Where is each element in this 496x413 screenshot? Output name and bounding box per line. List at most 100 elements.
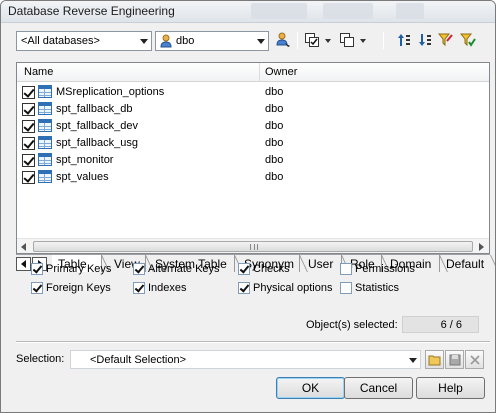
database-filter-combo[interactable]: <All databases> bbox=[16, 31, 152, 51]
option-label: Physical options bbox=[253, 282, 333, 294]
objects-selected-count-field: 6 / 6 bbox=[402, 316, 479, 333]
blurred-background-area bbox=[251, 3, 307, 19]
option-checkbox[interactable] bbox=[340, 282, 352, 294]
row-owner: dbo bbox=[265, 103, 284, 115]
table-icon bbox=[38, 102, 52, 115]
row-owner: dbo bbox=[265, 86, 284, 98]
option-label: Checks bbox=[253, 263, 290, 275]
scroll-thumb[interactable] bbox=[33, 241, 473, 252]
row-owner: dbo bbox=[265, 137, 284, 149]
option-label: Statistics bbox=[355, 282, 400, 294]
row-name: spt_fallback_dev bbox=[56, 120, 138, 132]
objects-selected-label: Object(s) selected: bbox=[306, 319, 398, 331]
selection-combo[interactable]: <Default Selection> bbox=[70, 350, 421, 369]
toolbar-separator bbox=[297, 32, 298, 49]
horizontal-scrollbar[interactable] bbox=[17, 238, 489, 253]
row-name: spt_fallback_db bbox=[56, 103, 133, 115]
row-owner: dbo bbox=[265, 171, 284, 183]
row-name: spt_fallback_usg bbox=[56, 137, 138, 149]
owner-filter-value: dbo bbox=[176, 35, 195, 47]
option-label: Alternate Keys bbox=[148, 263, 220, 275]
tab-scroll-left-button[interactable] bbox=[16, 257, 31, 271]
table-row[interactable]: spt_monitor dbo bbox=[17, 152, 489, 169]
option-label: Primary Keys bbox=[46, 263, 112, 275]
column-header-name[interactable]: Name bbox=[24, 66, 53, 78]
option-checkbox[interactable] bbox=[133, 282, 145, 294]
ok-button[interactable]: OK bbox=[276, 377, 345, 399]
folder-icon bbox=[428, 355, 440, 365]
tab-user[interactable]: User bbox=[302, 255, 342, 272]
window-title: Database Reverse Engineering bbox=[8, 4, 175, 18]
select-all-icon[interactable] bbox=[303, 31, 321, 49]
save-selection-button[interactable] bbox=[445, 350, 464, 369]
row-checkbox[interactable] bbox=[22, 137, 35, 150]
list-header: Name Owner bbox=[17, 63, 489, 82]
user-icon bbox=[159, 34, 173, 48]
chevron-down-icon[interactable] bbox=[325, 39, 331, 43]
use-filter-icon[interactable] bbox=[459, 31, 477, 49]
selection-label: Selection: bbox=[16, 353, 65, 365]
option-checkbox[interactable] bbox=[340, 263, 352, 275]
blurred-background-area bbox=[396, 3, 424, 19]
deselect-all-icon[interactable] bbox=[338, 31, 356, 49]
row-checkbox[interactable] bbox=[22, 171, 35, 184]
owner-filter-combo[interactable]: dbo bbox=[155, 31, 269, 51]
move-up-icon[interactable] bbox=[395, 31, 413, 49]
row-name: spt_values bbox=[56, 171, 109, 183]
row-owner: dbo bbox=[265, 120, 284, 132]
table-icon bbox=[38, 170, 52, 183]
table-row[interactable]: spt_fallback_db dbo bbox=[17, 101, 489, 118]
blurred-background-area bbox=[323, 3, 373, 19]
grip-icon bbox=[250, 244, 258, 250]
option-label: Permissions bbox=[355, 263, 415, 275]
option-checkbox[interactable] bbox=[238, 263, 250, 275]
title-bar: Database Reverse Engineering bbox=[1, 1, 495, 23]
option-checkbox[interactable] bbox=[31, 282, 43, 294]
table-row[interactable]: spt_fallback_dev dbo bbox=[17, 118, 489, 135]
row-owner: dbo bbox=[265, 154, 284, 166]
objects-selected-count: 6 / 6 bbox=[440, 319, 462, 331]
select-owner-icon[interactable] bbox=[274, 31, 292, 49]
option-checkbox[interactable] bbox=[238, 282, 250, 294]
open-selection-button[interactable] bbox=[425, 350, 444, 369]
chevron-down-icon[interactable] bbox=[360, 39, 366, 43]
table-icon bbox=[38, 119, 52, 132]
help-button[interactable]: Help bbox=[416, 377, 485, 399]
option-label: Foreign Keys bbox=[46, 282, 111, 294]
move-down-icon[interactable] bbox=[416, 31, 434, 49]
filter-icon[interactable] bbox=[437, 31, 455, 49]
row-checkbox[interactable] bbox=[22, 154, 35, 167]
row-checkbox[interactable] bbox=[22, 86, 35, 99]
tab-default[interactable]: Default bbox=[440, 255, 490, 272]
chevron-down-icon bbox=[257, 39, 265, 44]
table-row[interactable]: spt_values dbo bbox=[17, 169, 489, 186]
option-label: Indexes bbox=[148, 282, 187, 294]
option-checkbox[interactable] bbox=[31, 263, 43, 275]
selection-value: <Default Selection> bbox=[90, 354, 187, 366]
chevron-down-icon bbox=[409, 358, 417, 363]
column-divider[interactable] bbox=[259, 63, 260, 81]
cancel-button[interactable]: Cancel bbox=[344, 377, 413, 399]
option-checkbox[interactable] bbox=[133, 263, 145, 275]
row-checkbox[interactable] bbox=[22, 120, 35, 133]
close-icon bbox=[469, 354, 480, 365]
reverse-engineering-dialog: Database Reverse Engineering <All databa… bbox=[0, 0, 496, 413]
delete-selection-button[interactable] bbox=[465, 350, 484, 369]
column-header-owner[interactable]: Owner bbox=[265, 66, 297, 78]
chevron-down-icon bbox=[140, 39, 148, 44]
scroll-left-icon[interactable] bbox=[21, 243, 26, 251]
row-name: MSreplication_options bbox=[56, 86, 165, 98]
save-icon bbox=[449, 354, 460, 365]
table-row[interactable]: spt_fallback_usg dbo bbox=[17, 135, 489, 152]
toolbar-separator bbox=[383, 32, 384, 49]
scroll-right-icon[interactable] bbox=[479, 243, 484, 251]
table-icon bbox=[38, 85, 52, 98]
dialog-client-area: <All databases> dbo Name Owner MSreplica… bbox=[8, 27, 490, 409]
table-row[interactable]: MSreplication_options dbo bbox=[17, 84, 489, 101]
row-checkbox[interactable] bbox=[22, 103, 35, 116]
object-list[interactable]: Name Owner MSreplication_options dbo spt… bbox=[16, 62, 490, 254]
chevron-left-icon bbox=[21, 260, 26, 268]
table-icon bbox=[38, 153, 52, 166]
table-icon bbox=[38, 136, 52, 149]
row-name: spt_monitor bbox=[56, 154, 114, 166]
